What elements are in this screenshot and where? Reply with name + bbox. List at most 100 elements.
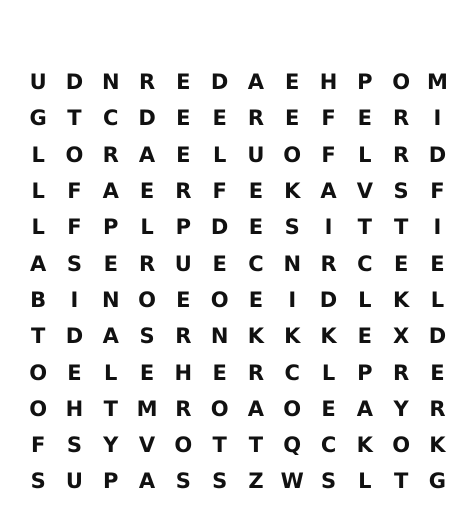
- letter-cell[interactable]: F: [56, 209, 92, 245]
- letter-cell[interactable]: R: [165, 173, 201, 209]
- letter-cell[interactable]: K: [347, 427, 383, 463]
- letter-cell[interactable]: R: [165, 391, 201, 427]
- letter-cell[interactable]: E: [129, 355, 165, 391]
- letter-cell[interactable]: E: [201, 100, 237, 136]
- letter-cell[interactable]: C: [347, 246, 383, 282]
- letter-cell[interactable]: E: [419, 246, 455, 282]
- letter-cell[interactable]: E: [383, 246, 419, 282]
- letter-cell[interactable]: G: [20, 100, 56, 136]
- letter-cell[interactable]: A: [93, 318, 129, 354]
- letter-cell[interactable]: K: [419, 427, 455, 463]
- letter-cell[interactable]: O: [129, 282, 165, 318]
- letter-cell[interactable]: F: [419, 173, 455, 209]
- letter-cell[interactable]: L: [310, 355, 346, 391]
- letter-cell[interactable]: O: [165, 427, 201, 463]
- letter-cell[interactable]: H: [56, 391, 92, 427]
- letter-cell[interactable]: T: [20, 318, 56, 354]
- letter-cell[interactable]: T: [347, 209, 383, 245]
- letter-cell[interactable]: L: [20, 173, 56, 209]
- letter-cell[interactable]: O: [383, 427, 419, 463]
- letter-cell[interactable]: S: [201, 463, 237, 499]
- letter-cell[interactable]: R: [129, 64, 165, 100]
- letter-cell[interactable]: E: [310, 391, 346, 427]
- letter-cell[interactable]: E: [274, 100, 310, 136]
- letter-cell[interactable]: S: [383, 173, 419, 209]
- letter-cell[interactable]: U: [20, 64, 56, 100]
- letter-cell[interactable]: T: [56, 100, 92, 136]
- letter-cell[interactable]: W: [274, 463, 310, 499]
- letter-cell[interactable]: A: [310, 173, 346, 209]
- letter-cell[interactable]: O: [383, 64, 419, 100]
- letter-cell[interactable]: O: [274, 137, 310, 173]
- letter-cell[interactable]: S: [310, 463, 346, 499]
- letter-cell[interactable]: N: [93, 282, 129, 318]
- letter-cell[interactable]: L: [201, 137, 237, 173]
- letter-cell[interactable]: S: [56, 427, 92, 463]
- letter-cell[interactable]: O: [20, 391, 56, 427]
- letter-cell[interactable]: D: [129, 100, 165, 136]
- letter-cell[interactable]: N: [93, 64, 129, 100]
- letter-cell[interactable]: L: [20, 137, 56, 173]
- letter-cell[interactable]: A: [129, 137, 165, 173]
- letter-cell[interactable]: R: [383, 137, 419, 173]
- letter-cell[interactable]: E: [238, 282, 274, 318]
- letter-cell[interactable]: C: [274, 355, 310, 391]
- letter-cell[interactable]: U: [238, 137, 274, 173]
- letter-cell[interactable]: D: [419, 318, 455, 354]
- letter-cell[interactable]: E: [165, 137, 201, 173]
- letter-cell[interactable]: D: [419, 137, 455, 173]
- letter-cell[interactable]: D: [56, 318, 92, 354]
- letter-cell[interactable]: L: [20, 209, 56, 245]
- letter-cell[interactable]: L: [93, 355, 129, 391]
- letter-cell[interactable]: R: [419, 391, 455, 427]
- letter-cell[interactable]: E: [93, 246, 129, 282]
- letter-cell[interactable]: E: [201, 355, 237, 391]
- letter-cell[interactable]: F: [201, 173, 237, 209]
- letter-cell[interactable]: S: [165, 463, 201, 499]
- letter-cell[interactable]: B: [20, 282, 56, 318]
- letter-cell[interactable]: D: [201, 209, 237, 245]
- letter-cell[interactable]: M: [129, 391, 165, 427]
- letter-cell[interactable]: A: [238, 64, 274, 100]
- letter-cell[interactable]: O: [201, 282, 237, 318]
- letter-cell[interactable]: P: [165, 209, 201, 245]
- letter-cell[interactable]: S: [274, 209, 310, 245]
- letter-cell[interactable]: I: [56, 282, 92, 318]
- letter-cell[interactable]: I: [419, 100, 455, 136]
- letter-cell[interactable]: E: [238, 173, 274, 209]
- letter-cell[interactable]: E: [419, 355, 455, 391]
- letter-cell[interactable]: Q: [274, 427, 310, 463]
- letter-cell[interactable]: R: [383, 100, 419, 136]
- letter-cell[interactable]: H: [310, 64, 346, 100]
- letter-cell[interactable]: L: [419, 282, 455, 318]
- letter-cell[interactable]: R: [238, 355, 274, 391]
- letter-cell[interactable]: K: [238, 318, 274, 354]
- letter-cell[interactable]: R: [129, 246, 165, 282]
- letter-cell[interactable]: E: [201, 246, 237, 282]
- letter-cell[interactable]: U: [165, 246, 201, 282]
- letter-cell[interactable]: F: [56, 173, 92, 209]
- letter-cell[interactable]: O: [201, 391, 237, 427]
- letter-cell[interactable]: D: [56, 64, 92, 100]
- letter-cell[interactable]: E: [165, 100, 201, 136]
- letter-cell[interactable]: P: [93, 209, 129, 245]
- letter-cell[interactable]: R: [383, 355, 419, 391]
- letter-cell[interactable]: K: [274, 318, 310, 354]
- letter-cell[interactable]: E: [347, 318, 383, 354]
- letter-cell[interactable]: L: [347, 282, 383, 318]
- letter-cell[interactable]: L: [347, 137, 383, 173]
- letter-cell[interactable]: P: [93, 463, 129, 499]
- letter-cell[interactable]: K: [383, 282, 419, 318]
- letter-cell[interactable]: I: [274, 282, 310, 318]
- letter-cell[interactable]: E: [165, 282, 201, 318]
- letter-cell[interactable]: R: [93, 137, 129, 173]
- letter-cell[interactable]: E: [274, 64, 310, 100]
- letter-cell[interactable]: E: [56, 355, 92, 391]
- letter-cell[interactable]: X: [383, 318, 419, 354]
- letter-cell[interactable]: N: [274, 246, 310, 282]
- letter-cell[interactable]: E: [165, 64, 201, 100]
- letter-cell[interactable]: F: [20, 427, 56, 463]
- letter-cell[interactable]: S: [56, 246, 92, 282]
- letter-cell[interactable]: O: [20, 355, 56, 391]
- letter-cell[interactable]: P: [347, 64, 383, 100]
